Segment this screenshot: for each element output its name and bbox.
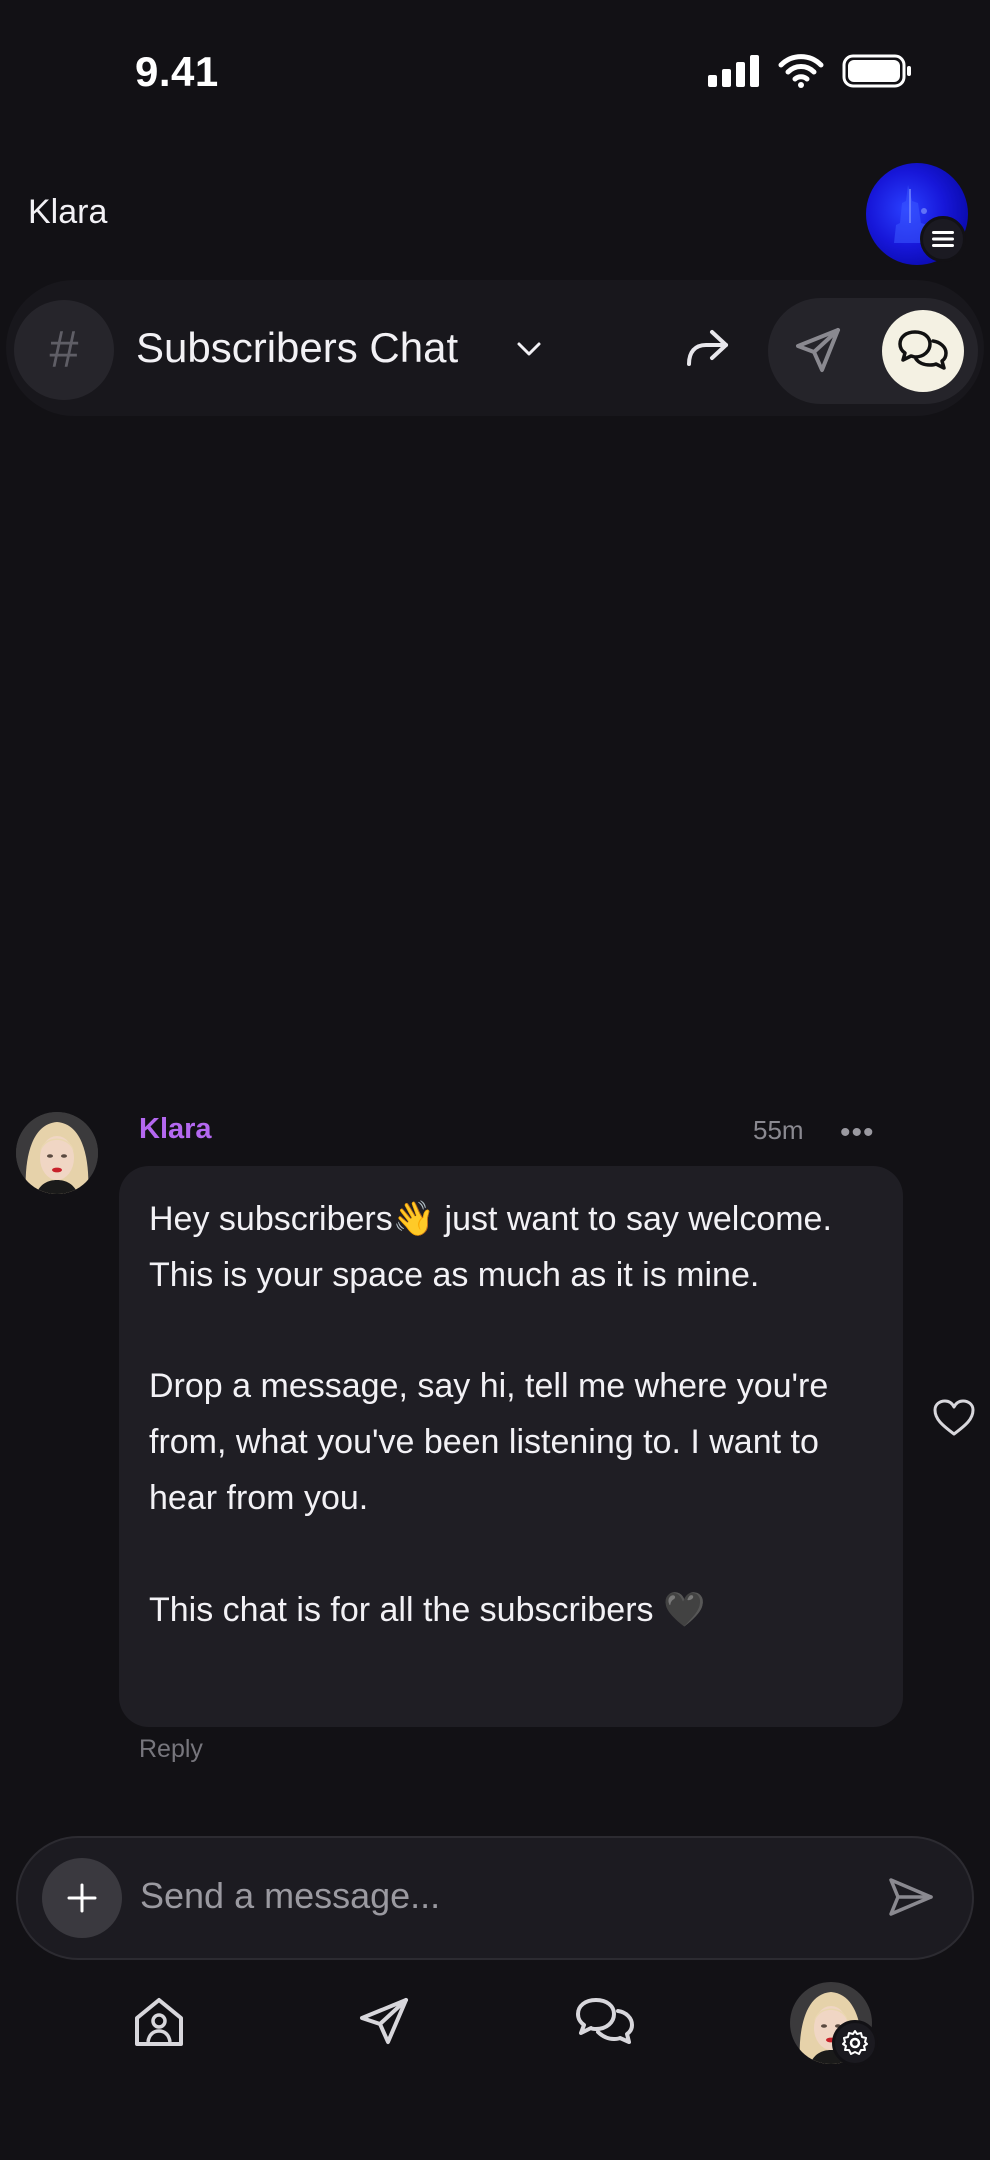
status-time: 9.41 <box>135 48 219 95</box>
send-icon[interactable] <box>888 1876 934 1918</box>
app-screen: 9.41 Klara # Subscribers Chat Klara 55m … <box>0 0 990 2160</box>
chat-bubbles-icon <box>898 330 948 370</box>
channel-hash-badge: # <box>14 300 114 400</box>
share-icon[interactable] <box>682 326 732 370</box>
avatar-image <box>16 1112 98 1194</box>
message-author[interactable]: Klara <box>139 1113 212 1146</box>
plus-icon <box>67 1883 97 1913</box>
chevron-down-icon[interactable] <box>516 340 542 358</box>
cellular-signal-icon <box>708 55 759 87</box>
chat-bubbles-icon[interactable] <box>574 1996 636 2048</box>
status-icons <box>708 54 912 88</box>
paper-plane-icon[interactable] <box>794 326 842 374</box>
creator-name: Klara <box>28 193 108 231</box>
chat-mode-button[interactable] <box>882 310 964 392</box>
reply-link[interactable]: Reply <box>139 1735 203 1764</box>
author-avatar[interactable] <box>16 1112 98 1194</box>
paper-plane-icon[interactable] <box>358 1996 410 2046</box>
add-attachment-button[interactable] <box>42 1858 122 1938</box>
home-icon[interactable] <box>132 1996 186 2048</box>
settings-button[interactable] <box>832 2020 878 2066</box>
battery-icon <box>842 54 911 88</box>
gear-icon <box>842 2030 868 2055</box>
menu-button[interactable] <box>920 216 966 262</box>
more-horizontal-icon[interactable]: ••• <box>840 1116 875 1150</box>
menu-icon <box>932 231 954 247</box>
channel-title[interactable]: Subscribers Chat <box>136 324 458 372</box>
message-text: Hey subscribers👋 just want to say welcom… <box>149 1200 832 1629</box>
message-timestamp: 55m <box>753 1115 804 1145</box>
wifi-icon <box>778 54 824 88</box>
hash-icon: # <box>49 321 79 379</box>
message-input[interactable] <box>140 1866 860 1926</box>
heart-icon[interactable] <box>932 1398 976 1438</box>
